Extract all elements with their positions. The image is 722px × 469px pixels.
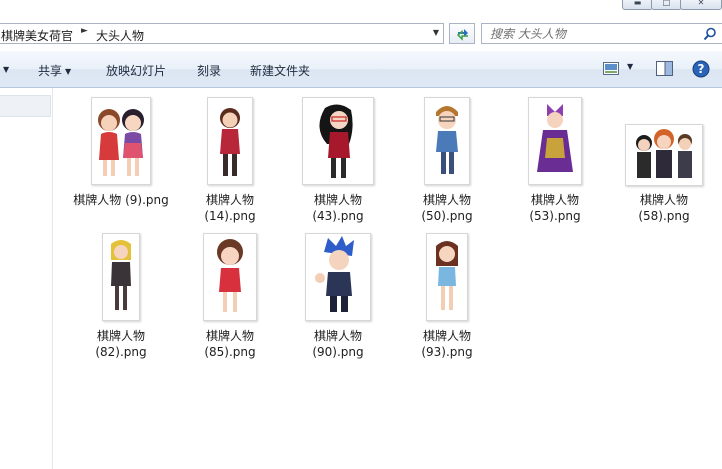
file-name: 棋牌人物 (9).png (71, 192, 171, 208)
file-name: 棋牌人物 (50).png (397, 192, 497, 224)
thumbnail-image (305, 233, 371, 321)
file-name-line1: 棋牌人物 (73, 193, 122, 207)
file-name: 棋牌人物 (43).png (288, 192, 388, 224)
file-name-line2: (90).png (312, 345, 364, 359)
organize-menu-arrow[interactable]: ▼ (0, 62, 9, 76)
minimize-button[interactable]: ▬ (622, 0, 653, 10)
file-name: 棋牌人物 (53).png (505, 192, 605, 224)
thumbnail-image (203, 233, 257, 321)
preview-pane-icon[interactable] (656, 61, 673, 79)
file-name: 棋牌人物 (58).png (614, 192, 714, 224)
file-name: 棋牌人物 (82).png (71, 328, 171, 360)
breadcrumb-parent[interactable]: 棋牌美女荷官 (1, 27, 73, 44)
file-name-line1: 棋牌人物 (422, 329, 471, 343)
file-name-line1: 棋牌人物 (530, 193, 579, 207)
magnifier-icon[interactable] (703, 27, 717, 41)
file-name-line2: (43).png (312, 209, 364, 223)
minimize-icon: ▬ (633, 0, 642, 7)
file-item[interactable]: 棋牌人物 (85).png (180, 224, 280, 359)
maximize-icon: □ (662, 0, 671, 7)
address-row: 棋牌美女荷官 ► 大头人物 ▼ (0, 20, 722, 51)
thumbnail-image (528, 97, 582, 185)
file-item[interactable]: 棋牌人物 (93).png (397, 224, 497, 359)
thumbnail-image (424, 97, 470, 185)
file-item[interactable]: 棋牌人物 (9).png (71, 88, 171, 218)
svg-text:?: ? (698, 62, 705, 76)
nav-selected-item[interactable] (0, 95, 51, 117)
file-name-line1: 棋牌人物 (639, 193, 688, 207)
refresh-arrows-icon (456, 29, 468, 41)
close-button[interactable]: ✕ (680, 0, 722, 10)
file-item[interactable]: 棋牌人物 (50).png (397, 88, 497, 223)
thumbnail-image (91, 97, 151, 185)
file-name-line1: 棋牌人物 (205, 329, 254, 343)
file-name: 棋牌人物 (93).png (397, 328, 497, 360)
new-folder-button[interactable]: 新建文件夹 (250, 62, 310, 79)
chevron-down-icon: ▼ (3, 65, 10, 74)
slideshow-button[interactable]: 放映幻灯片 (106, 62, 166, 79)
file-name: 棋牌人物 (90).png (288, 328, 388, 360)
file-name-line2: (82).png (95, 345, 147, 359)
maximize-button[interactable]: □ (651, 0, 682, 10)
file-name-line2: (53).png (529, 209, 581, 223)
file-name: 棋牌人物 (85).png (180, 328, 280, 360)
thumbnail-image (426, 233, 468, 321)
help-icon[interactable]: ? (692, 60, 710, 81)
file-name-line2: (9).png (125, 193, 169, 207)
breadcrumb-current[interactable]: 大头人物 (96, 27, 144, 44)
file-name-line2: (58).png (638, 209, 690, 223)
file-list[interactable]: 棋牌人物 (9).png 棋牌人物 (14).png 棋牌人物 (43).png (54, 88, 722, 469)
command-bar: ▼ 共享 ▼ 放映幻灯片 刻录 新建文件夹 ▼ ? (0, 51, 722, 88)
thumbnail-image (625, 124, 703, 186)
file-name: 棋牌人物 (14).png (180, 192, 280, 224)
file-item[interactable]: 棋牌人物 (82).png (71, 224, 171, 359)
search-field[interactable] (481, 23, 722, 44)
file-name-line1: 棋牌人物 (422, 193, 471, 207)
search-input[interactable] (490, 26, 690, 41)
file-name-line1: 棋牌人物 (205, 193, 254, 207)
file-name-line2: (85).png (204, 345, 256, 359)
file-item[interactable]: 棋牌人物 (58).png (614, 88, 714, 223)
address-bar[interactable]: 棋牌美女荷官 ► 大头人物 ▼ (0, 23, 444, 44)
file-item[interactable]: 棋牌人物 (14).png (180, 88, 280, 223)
triangle-right-icon[interactable]: ► (81, 26, 88, 36)
close-icon: ✕ (697, 0, 705, 7)
file-name-line2: (93).png (421, 345, 473, 359)
triangle-down-icon[interactable]: ▼ (429, 28, 443, 41)
burn-button[interactable]: 刻录 (197, 62, 221, 79)
share-label: 共享 (38, 64, 63, 78)
file-item[interactable]: 棋牌人物 (53).png (505, 88, 605, 223)
change-view-icon[interactable] (603, 62, 619, 78)
thumbnail-image (102, 233, 140, 321)
file-name-line1: 棋牌人物 (96, 329, 145, 343)
chevron-down-icon[interactable]: ▼ (627, 62, 633, 71)
file-name-line2: (14).png (204, 209, 256, 223)
file-item[interactable]: 棋牌人物 (43).png (288, 88, 388, 223)
navigation-pane[interactable] (0, 88, 53, 469)
title-bar: ▬ □ ✕ (0, 0, 722, 20)
file-name-line1: 棋牌人物 (313, 329, 362, 343)
file-name-line2: (50).png (421, 209, 473, 223)
refresh-button[interactable] (449, 23, 475, 44)
file-name-line1: 棋牌人物 (313, 193, 362, 207)
chevron-down-icon: ▼ (65, 67, 72, 76)
thumbnail-image (207, 97, 253, 185)
thumbnail-image (302, 97, 374, 185)
share-menu[interactable]: 共享 ▼ (38, 62, 71, 79)
file-item[interactable]: 棋牌人物 (90).png (288, 224, 388, 359)
